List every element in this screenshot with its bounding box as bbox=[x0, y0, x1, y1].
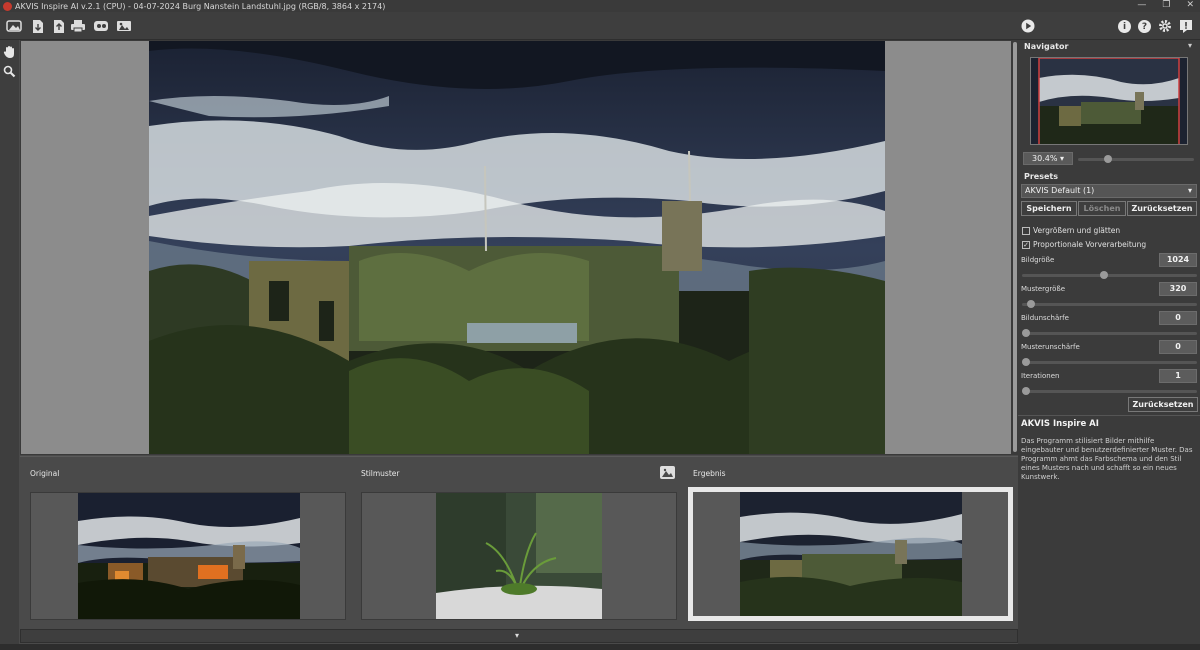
reset-preset-button[interactable]: Zurücksetzen bbox=[1127, 201, 1197, 216]
zoom-tool-icon[interactable] bbox=[2, 64, 17, 79]
style-image-icon[interactable] bbox=[660, 466, 675, 479]
settings-icon[interactable] bbox=[1157, 18, 1173, 34]
save-preset-button[interactable]: Speichern bbox=[1021, 201, 1077, 216]
share-icon[interactable] bbox=[93, 18, 109, 34]
original-thumbnail[interactable] bbox=[30, 492, 346, 620]
navigator-title: Navigator bbox=[1024, 42, 1069, 51]
window-title: AKVIS Inspire AI v.2.1 (CPU) - 04-07-202… bbox=[15, 1, 386, 11]
image-icon[interactable] bbox=[116, 18, 132, 34]
hand-tool-icon[interactable] bbox=[2, 44, 17, 59]
image-canvas[interactable] bbox=[20, 40, 1012, 455]
param-label-mustergroesse: Mustergröße bbox=[1021, 285, 1066, 293]
musterunschaerfe-input[interactable]: 0 bbox=[1159, 340, 1197, 354]
run-icon[interactable] bbox=[1020, 18, 1036, 34]
param-label-iterationen: Iterationen bbox=[1021, 372, 1060, 380]
iterationen-slider[interactable] bbox=[1022, 387, 1197, 395]
slider-knob[interactable] bbox=[1026, 300, 1035, 308]
close-button[interactable]: ✕ bbox=[1186, 0, 1194, 10]
navigator-collapse-icon[interactable]: ▾ bbox=[1188, 41, 1192, 50]
delete-preset-button[interactable]: Löschen bbox=[1078, 201, 1126, 216]
original-label: Original bbox=[30, 469, 60, 478]
param-label-bildunschaerfe: Bildunschärfe bbox=[1021, 314, 1069, 322]
proportional-checkbox[interactable]: ✓ bbox=[1022, 241, 1030, 249]
iterationen-input[interactable]: 1 bbox=[1159, 369, 1197, 383]
mustergroesse-input[interactable]: 320 bbox=[1159, 282, 1197, 296]
tool-panel bbox=[0, 40, 19, 650]
result-thumbnail[interactable] bbox=[688, 487, 1013, 621]
help-icon[interactable]: ? bbox=[1138, 20, 1151, 33]
style-thumbnail[interactable] bbox=[361, 492, 677, 620]
notification-icon[interactable] bbox=[1178, 18, 1194, 34]
info-text: Das Programm stilisiert Bilder mithilfe … bbox=[1021, 437, 1193, 481]
main-toolbar: i ? bbox=[0, 12, 1200, 40]
collapse-chevron-icon[interactable]: ▾ bbox=[515, 631, 519, 640]
thumbnail-toggle-bar[interactable]: ▾ bbox=[20, 629, 1018, 643]
param-label-bildgroesse: Bildgröße bbox=[1021, 256, 1055, 264]
musterunschaerfe-slider[interactable] bbox=[1022, 358, 1197, 366]
zoom-slider-knob[interactable] bbox=[1104, 155, 1113, 163]
reset-params-button[interactable]: Zurücksetzen bbox=[1128, 397, 1198, 412]
preset-selected: AKVIS Default (1) bbox=[1025, 186, 1095, 195]
enlarge-smooth-label: Vergrößern und glätten bbox=[1033, 226, 1121, 235]
zoom-slider[interactable] bbox=[1078, 155, 1194, 163]
settings-panel: Navigator ▾ 30.4% ▾ Presets AKVIS Defaul… bbox=[1018, 40, 1200, 644]
bildunschaerfe-slider[interactable] bbox=[1022, 329, 1197, 337]
window-controls: — ❐ ✕ bbox=[1137, 0, 1194, 10]
export-icon[interactable] bbox=[51, 18, 67, 34]
presets-title: Presets bbox=[1024, 172, 1059, 181]
mustergroesse-slider[interactable] bbox=[1022, 300, 1197, 308]
print-icon[interactable] bbox=[70, 18, 86, 34]
import-icon[interactable] bbox=[30, 18, 46, 34]
app-logo-icon bbox=[3, 1, 12, 11]
scrollbar-thumb[interactable] bbox=[1013, 42, 1017, 452]
param-label-musterunschaerfe: Musterunschärfe bbox=[1021, 343, 1080, 351]
slider-knob[interactable] bbox=[1022, 358, 1030, 366]
info-title: AKVIS Inspire AI bbox=[1021, 419, 1099, 429]
thumbnail-strip: Original Stilmuster Ergebnis bbox=[20, 456, 1018, 628]
slider-knob[interactable] bbox=[1022, 387, 1030, 395]
zoom-value: 30.4% bbox=[1032, 154, 1058, 163]
enlarge-smooth-checkbox[interactable] bbox=[1022, 227, 1030, 235]
bildunschaerfe-input[interactable]: 0 bbox=[1159, 311, 1197, 325]
slider-knob[interactable] bbox=[1022, 329, 1030, 337]
open-icon[interactable] bbox=[6, 18, 22, 34]
style-label: Stilmuster bbox=[361, 469, 400, 478]
minimize-button[interactable]: — bbox=[1137, 0, 1146, 10]
title-bar: AKVIS Inspire AI v.2.1 (CPU) - 04-07-202… bbox=[0, 0, 1200, 12]
slider-knob[interactable] bbox=[1100, 271, 1109, 279]
maximize-button[interactable]: ❐ bbox=[1162, 0, 1170, 10]
info-icon[interactable]: i bbox=[1118, 20, 1131, 33]
proportional-label: Proportionale Vorverarbeitung bbox=[1033, 240, 1147, 249]
bildgroesse-slider[interactable] bbox=[1022, 271, 1197, 279]
result-label: Ergebnis bbox=[693, 469, 726, 478]
result-image-preview[interactable] bbox=[149, 41, 885, 454]
status-bar bbox=[0, 644, 1200, 650]
bildgroesse-input[interactable]: 1024 bbox=[1159, 253, 1197, 267]
zoom-select[interactable]: 30.4% ▾ bbox=[1023, 152, 1073, 165]
navigator-preview[interactable] bbox=[1030, 57, 1188, 145]
chevron-down-icon: ▾ bbox=[1187, 186, 1192, 195]
preset-dropdown[interactable]: AKVIS Default (1) ▾ bbox=[1021, 184, 1197, 198]
info-box: AKVIS Inspire AI Das Programm stilisiert… bbox=[1018, 415, 1200, 644]
